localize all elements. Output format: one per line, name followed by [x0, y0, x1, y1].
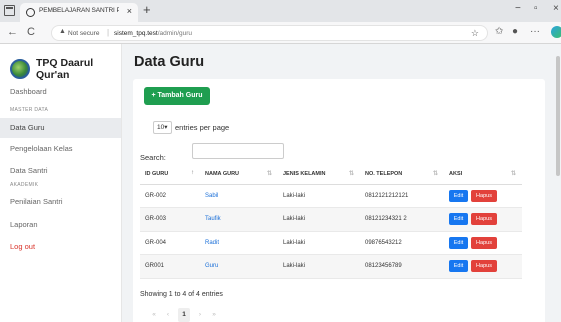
page-next-button[interactable]: ›: [194, 308, 206, 322]
sidebar-section-master-data: MASTER DATA: [10, 107, 49, 113]
url-divider: |: [107, 28, 110, 37]
cell-jenis-kelamin: Laki-laki: [278, 184, 360, 208]
tab-title: PEMBELAJARAN SANTRI PADA TI: [39, 7, 119, 14]
table-header-row: ID GURU ↑ NAMA GURU ⇅ JENIS KELAMIN ⇅ NO. T…: [140, 164, 522, 185]
sidebar-item-data-santri[interactable]: Data Santri: [0, 161, 121, 181]
cell-id: GR001: [140, 254, 200, 279]
page-prev-button[interactable]: ‹: [162, 308, 174, 322]
more-icon[interactable]: ···: [530, 26, 540, 37]
browser-tabbar: PEMBELAJARAN SANTRI PADA TI × + − ▫ ×: [0, 0, 561, 22]
cell-nama-link[interactable]: Sabil: [205, 193, 218, 199]
cell-telepon: 08123456789: [360, 254, 444, 279]
column-header-jenis-kelamin[interactable]: JENIS KELAMIN ⇅: [278, 164, 360, 185]
cell-id: GR-004: [140, 231, 200, 255]
sort-asc-icon: ↑: [191, 170, 194, 176]
cell-telepon: 0812121212121: [360, 184, 444, 208]
cell-aksi: Edit Hapus: [444, 231, 522, 255]
cell-jenis-kelamin: Laki-laki: [278, 254, 360, 279]
sidebar-item-dashboard[interactable]: Dashboard: [0, 82, 121, 102]
page-1-button[interactable]: 1: [178, 308, 190, 322]
column-header-id[interactable]: ID GURU ↑: [140, 164, 200, 185]
cell-telepon: 08121234321 2: [360, 207, 444, 232]
address-bar: ← C ▲ Not secure | sistem_tpq.test/admin…: [0, 22, 561, 44]
guru-table: ID GURU ↑ NAMA GURU ⇅ JENIS KELAMIN ⇅ NO. T…: [140, 164, 522, 279]
sort-icon: ⇅: [266, 171, 272, 177]
column-header-nama[interactable]: NAMA GURU ⇅: [200, 164, 278, 185]
edit-button[interactable]: Edit: [449, 189, 468, 202]
brand-title: TPQ Daarul Qur'an: [36, 57, 94, 81]
add-guru-button[interactable]: + Tambah Guru: [144, 87, 210, 105]
table-row: GR-002 Sabil Laki-laki 0812121212121 Edi…: [140, 184, 522, 208]
star-icon[interactable]: ☆: [471, 28, 479, 39]
cell-telepon: 09876543212: [360, 231, 444, 255]
edge-icon[interactable]: [551, 26, 561, 38]
browser-tab[interactable]: PEMBELAJARAN SANTRI PADA TI ×: [20, 3, 138, 22]
search-label: Search:: [140, 153, 166, 162]
maximize-button[interactable]: ▫: [534, 3, 538, 14]
reload-button[interactable]: C: [27, 26, 35, 38]
sidebar-item-pengelolaan-kelas[interactable]: Pengelolaan Kelas: [0, 139, 121, 159]
delete-button[interactable]: Hapus: [471, 189, 497, 202]
cell-nama-link[interactable]: Taufik: [205, 216, 221, 222]
logo-icon: [10, 59, 30, 79]
cell-jenis-kelamin: Laki-laki: [278, 207, 360, 232]
entries-label: entries per page: [175, 123, 230, 132]
warning-icon: ▲: [59, 28, 66, 35]
favorites-icon[interactable]: ✩: [495, 26, 503, 37]
sidebar-item-penilaian-santri[interactable]: Penilaian Santri: [0, 192, 121, 212]
tab-close-button[interactable]: ×: [127, 6, 132, 16]
cell-jenis-kelamin: Laki-laki: [278, 231, 360, 255]
sidebar-item-laporan[interactable]: Laporan: [0, 215, 121, 235]
cell-nama-link[interactable]: Radit: [205, 240, 219, 246]
delete-button[interactable]: Hapus: [471, 260, 497, 273]
page-title: Data Guru: [134, 54, 205, 70]
table-info: Showing 1 to 4 of 4 entries: [140, 291, 223, 298]
page-last-button[interactable]: »: [208, 308, 220, 322]
close-window-button[interactable]: ×: [553, 3, 559, 14]
cell-id: GR-002: [140, 184, 200, 208]
cell-id: GR-003: [140, 207, 200, 232]
tab-actions-icon[interactable]: [4, 5, 15, 16]
sort-icon: ⇅: [432, 171, 438, 177]
sidebar-item-logout[interactable]: Log out: [0, 237, 121, 257]
table-row: GR-003 Taufik Laki-laki 08121234321 2 Ed…: [140, 207, 522, 232]
entries-select[interactable]: 10▾: [153, 121, 172, 134]
sidebar-item-data-guru[interactable]: Data Guru: [0, 118, 121, 138]
url-input[interactable]: ▲ Not secure | sistem_tpq.test/admin/gur…: [51, 25, 488, 41]
delete-button[interactable]: Hapus: [471, 213, 497, 226]
profile-icon[interactable]: ●: [512, 26, 518, 37]
url-text: sistem_tpq.test/admin/guru: [114, 30, 193, 37]
edit-button[interactable]: Edit: [449, 213, 468, 226]
edit-button[interactable]: Edit: [449, 260, 468, 273]
column-header-aksi[interactable]: AKSI ⇅: [444, 164, 522, 185]
page-first-button[interactable]: «: [148, 308, 160, 322]
edit-button[interactable]: Edit: [449, 236, 468, 249]
cell-aksi: Edit Hapus: [444, 207, 522, 232]
not-secure-label: Not secure: [68, 30, 100, 37]
sidebar: TPQ Daarul Qur'an Dashboard MASTER DATA …: [0, 44, 122, 322]
minimize-button[interactable]: −: [515, 3, 521, 14]
cell-aksi: Edit Hapus: [444, 254, 522, 279]
sort-icon: ⇅: [510, 171, 516, 177]
cell-nama-link[interactable]: Guru: [205, 263, 218, 269]
scrollbar-thumb[interactable]: [556, 56, 560, 176]
table-row: GR-004 Radit Laki-laki 09876543212 Edit H…: [140, 231, 522, 255]
sidebar-section-akademik: AKADEMIK: [10, 182, 39, 188]
back-button[interactable]: ←: [7, 26, 18, 38]
globe-icon: [26, 8, 35, 17]
table-row: GR001 Guru Laki-laki 08123456789 Edit Hap…: [140, 254, 522, 279]
main-content: Data Guru + Tambah Guru 10▾ entries per …: [122, 44, 556, 322]
delete-button[interactable]: Hapus: [471, 236, 497, 249]
page-scrollbar[interactable]: [555, 44, 561, 322]
new-tab-button[interactable]: +: [143, 2, 151, 17]
column-header-telepon[interactable]: NO. TELEPON ⇅: [360, 164, 444, 185]
sort-icon: ⇅: [348, 171, 354, 177]
search-input[interactable]: [192, 143, 284, 159]
cell-aksi: Edit Hapus: [444, 184, 522, 208]
